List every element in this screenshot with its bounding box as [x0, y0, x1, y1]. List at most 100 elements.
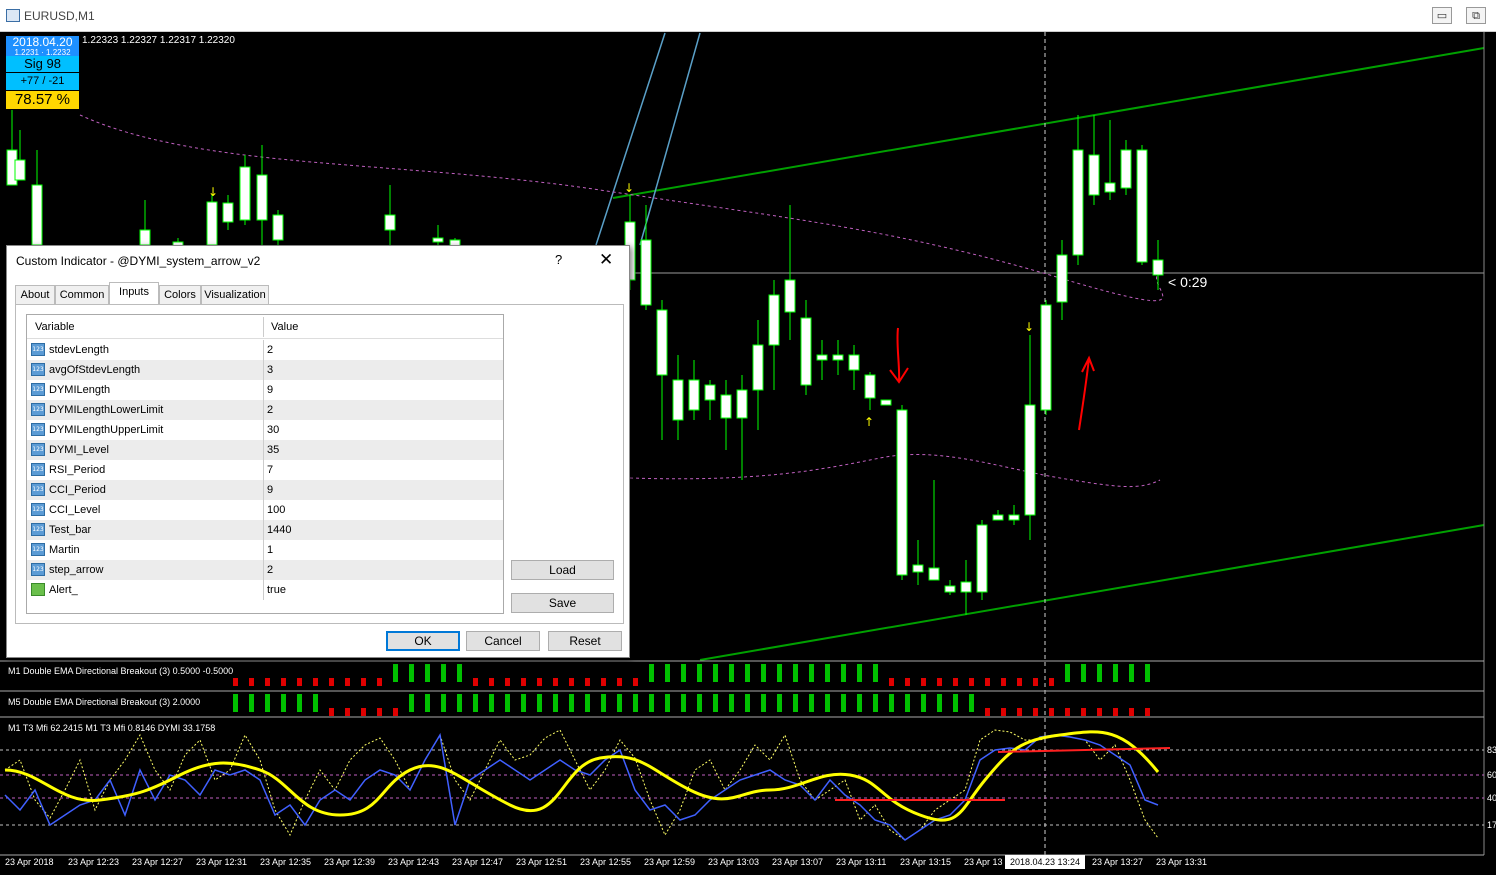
histogram-bar	[1145, 708, 1150, 716]
column-header-value[interactable]: Value	[271, 321, 298, 333]
histogram-bar	[649, 664, 654, 682]
candle-body	[944, 585, 956, 593]
histogram-bar	[937, 694, 942, 712]
time-axis-label: 23 Apr 13:03	[708, 857, 760, 867]
candle-body	[1040, 304, 1052, 411]
inputs-panel: Variable Value 123 stdevLength 2 123 avgOfSt…	[15, 304, 624, 624]
time-axis-label: 23 Apr 12:23	[68, 857, 120, 867]
candle-body	[800, 317, 812, 386]
param-row[interactable]: 123 DYMILength 9	[27, 380, 503, 400]
param-row[interactable]: 123 DYMILengthUpperLimit 30	[27, 420, 503, 440]
time-axis-label: 23 Apr 12:39	[324, 857, 376, 867]
cancel-button[interactable]: Cancel	[466, 631, 540, 651]
tab-inputs[interactable]: Inputs	[109, 282, 159, 304]
m1-breakout-histogram	[233, 664, 1150, 686]
histogram-bar	[441, 664, 446, 682]
help-button[interactable]: ?	[555, 252, 562, 267]
param-value[interactable]: 2	[267, 344, 273, 356]
param-value[interactable]: 3	[267, 364, 273, 376]
param-row[interactable]: Alert_ true	[27, 580, 503, 600]
param-row[interactable]: 123 DYMILengthLowerLimit 2	[27, 400, 503, 420]
numeric-param-icon: 123	[31, 563, 45, 576]
histogram-bar	[553, 694, 558, 712]
time-axis-label: 23 Apr 12:55	[580, 857, 632, 867]
sell-arrow-icon: ↓	[1024, 320, 1034, 334]
candle-body	[384, 214, 396, 231]
param-value[interactable]: 2	[267, 564, 273, 576]
param-row[interactable]: 123 DYMI_Level 35	[27, 440, 503, 460]
load-button[interactable]: Load	[511, 560, 614, 580]
param-value[interactable]: 7	[267, 464, 273, 476]
histogram-bar	[713, 694, 718, 712]
time-axis-label: 23 Apr 13:15	[900, 857, 952, 867]
column-header-variable[interactable]: Variable	[35, 321, 75, 333]
candle-body	[768, 294, 780, 346]
histogram-bar	[489, 678, 494, 686]
candle-body	[992, 514, 1004, 521]
param-row[interactable]: 123 step_arrow 2	[27, 560, 503, 580]
histogram-bar	[1049, 678, 1054, 686]
time-axis-label: 23 Apr 12:31	[196, 857, 248, 867]
param-row[interactable]: 123 Martin 1	[27, 540, 503, 560]
param-row[interactable]: 123 stdevLength 2	[27, 340, 503, 360]
param-value[interactable]: 30	[267, 424, 279, 436]
close-icon[interactable]: ✕	[599, 250, 613, 270]
param-value[interactable]: 35	[267, 444, 279, 456]
tab-colors[interactable]: Colors	[159, 285, 201, 304]
minimize-button[interactable]: ▭	[1432, 7, 1452, 24]
param-name: DYMILength	[49, 384, 111, 396]
tab-about[interactable]: About	[15, 285, 55, 304]
histogram-bar	[793, 664, 798, 682]
histogram-bar	[233, 678, 238, 686]
time-axis-label: 23 Apr 12:27	[132, 857, 184, 867]
candle-body	[720, 394, 732, 419]
histogram-bar	[457, 664, 462, 682]
sell-arrow-icon: ↓	[624, 181, 634, 195]
trend-line-2[interactable]	[639, 32, 701, 246]
histogram-bar	[345, 708, 350, 716]
histogram-bar	[761, 694, 766, 712]
param-row[interactable]: 123 avgOfStdevLength 3	[27, 360, 503, 380]
param-value[interactable]: 9	[267, 484, 273, 496]
param-value[interactable]: 9	[267, 384, 273, 396]
reset-button[interactable]: Reset	[548, 631, 622, 651]
tab-common[interactable]: Common	[55, 285, 109, 304]
param-row[interactable]: 123 RSI_Period 7	[27, 460, 503, 480]
param-row[interactable]: 123 Test_bar 1440	[27, 520, 503, 540]
histogram-bar	[937, 678, 942, 686]
histogram-bar	[633, 678, 638, 686]
candle-body	[640, 239, 652, 306]
param-name: stdevLength	[49, 344, 109, 356]
ok-button[interactable]: OK	[386, 631, 460, 651]
ohlc-readout: 1.22323 1.22327 1.22317 1.22320	[82, 35, 235, 46]
histogram-bar	[841, 664, 846, 682]
oscillator-yellow-line	[4, 730, 1160, 822]
param-row[interactable]: 123 CCI_Period 9	[27, 480, 503, 500]
parameters-table[interactable]: Variable Value 123 stdevLength 2 123 avgOfSt…	[26, 314, 504, 614]
chart-titlebar[interactable]: EURUSD,M1 ▭ ⧉	[0, 0, 1496, 32]
param-value[interactable]: true	[267, 584, 286, 596]
channel-upper-line[interactable]	[612, 47, 1485, 199]
param-value[interactable]: 100	[267, 504, 285, 516]
save-button[interactable]: Save	[511, 593, 614, 613]
histogram-bar	[1081, 664, 1086, 682]
numeric-param-icon: 123	[31, 363, 45, 376]
param-value[interactable]: 1	[267, 544, 273, 556]
channel-lower-line[interactable]	[699, 524, 1485, 661]
candle-body	[31, 184, 43, 246]
param-name: RSI_Period	[49, 464, 106, 476]
time-axis-label: 23 Apr 12:43	[388, 857, 440, 867]
histogram-bar	[905, 678, 910, 686]
histogram-bar	[1097, 664, 1102, 682]
histogram-bar	[585, 694, 590, 712]
restore-button[interactable]: ⧉	[1466, 7, 1486, 24]
tab-visualization[interactable]: Visualization	[201, 285, 269, 304]
param-row[interactable]: 123 CCI_Level 100	[27, 500, 503, 520]
histogram-bar	[569, 678, 574, 686]
histogram-bar	[585, 678, 590, 686]
param-value[interactable]: 1440	[267, 524, 291, 536]
param-value[interactable]: 2	[267, 404, 273, 416]
time-axis-label: 23 Apr 13:07	[772, 857, 824, 867]
candle-body	[960, 581, 972, 593]
numeric-param-icon: 123	[31, 483, 45, 496]
